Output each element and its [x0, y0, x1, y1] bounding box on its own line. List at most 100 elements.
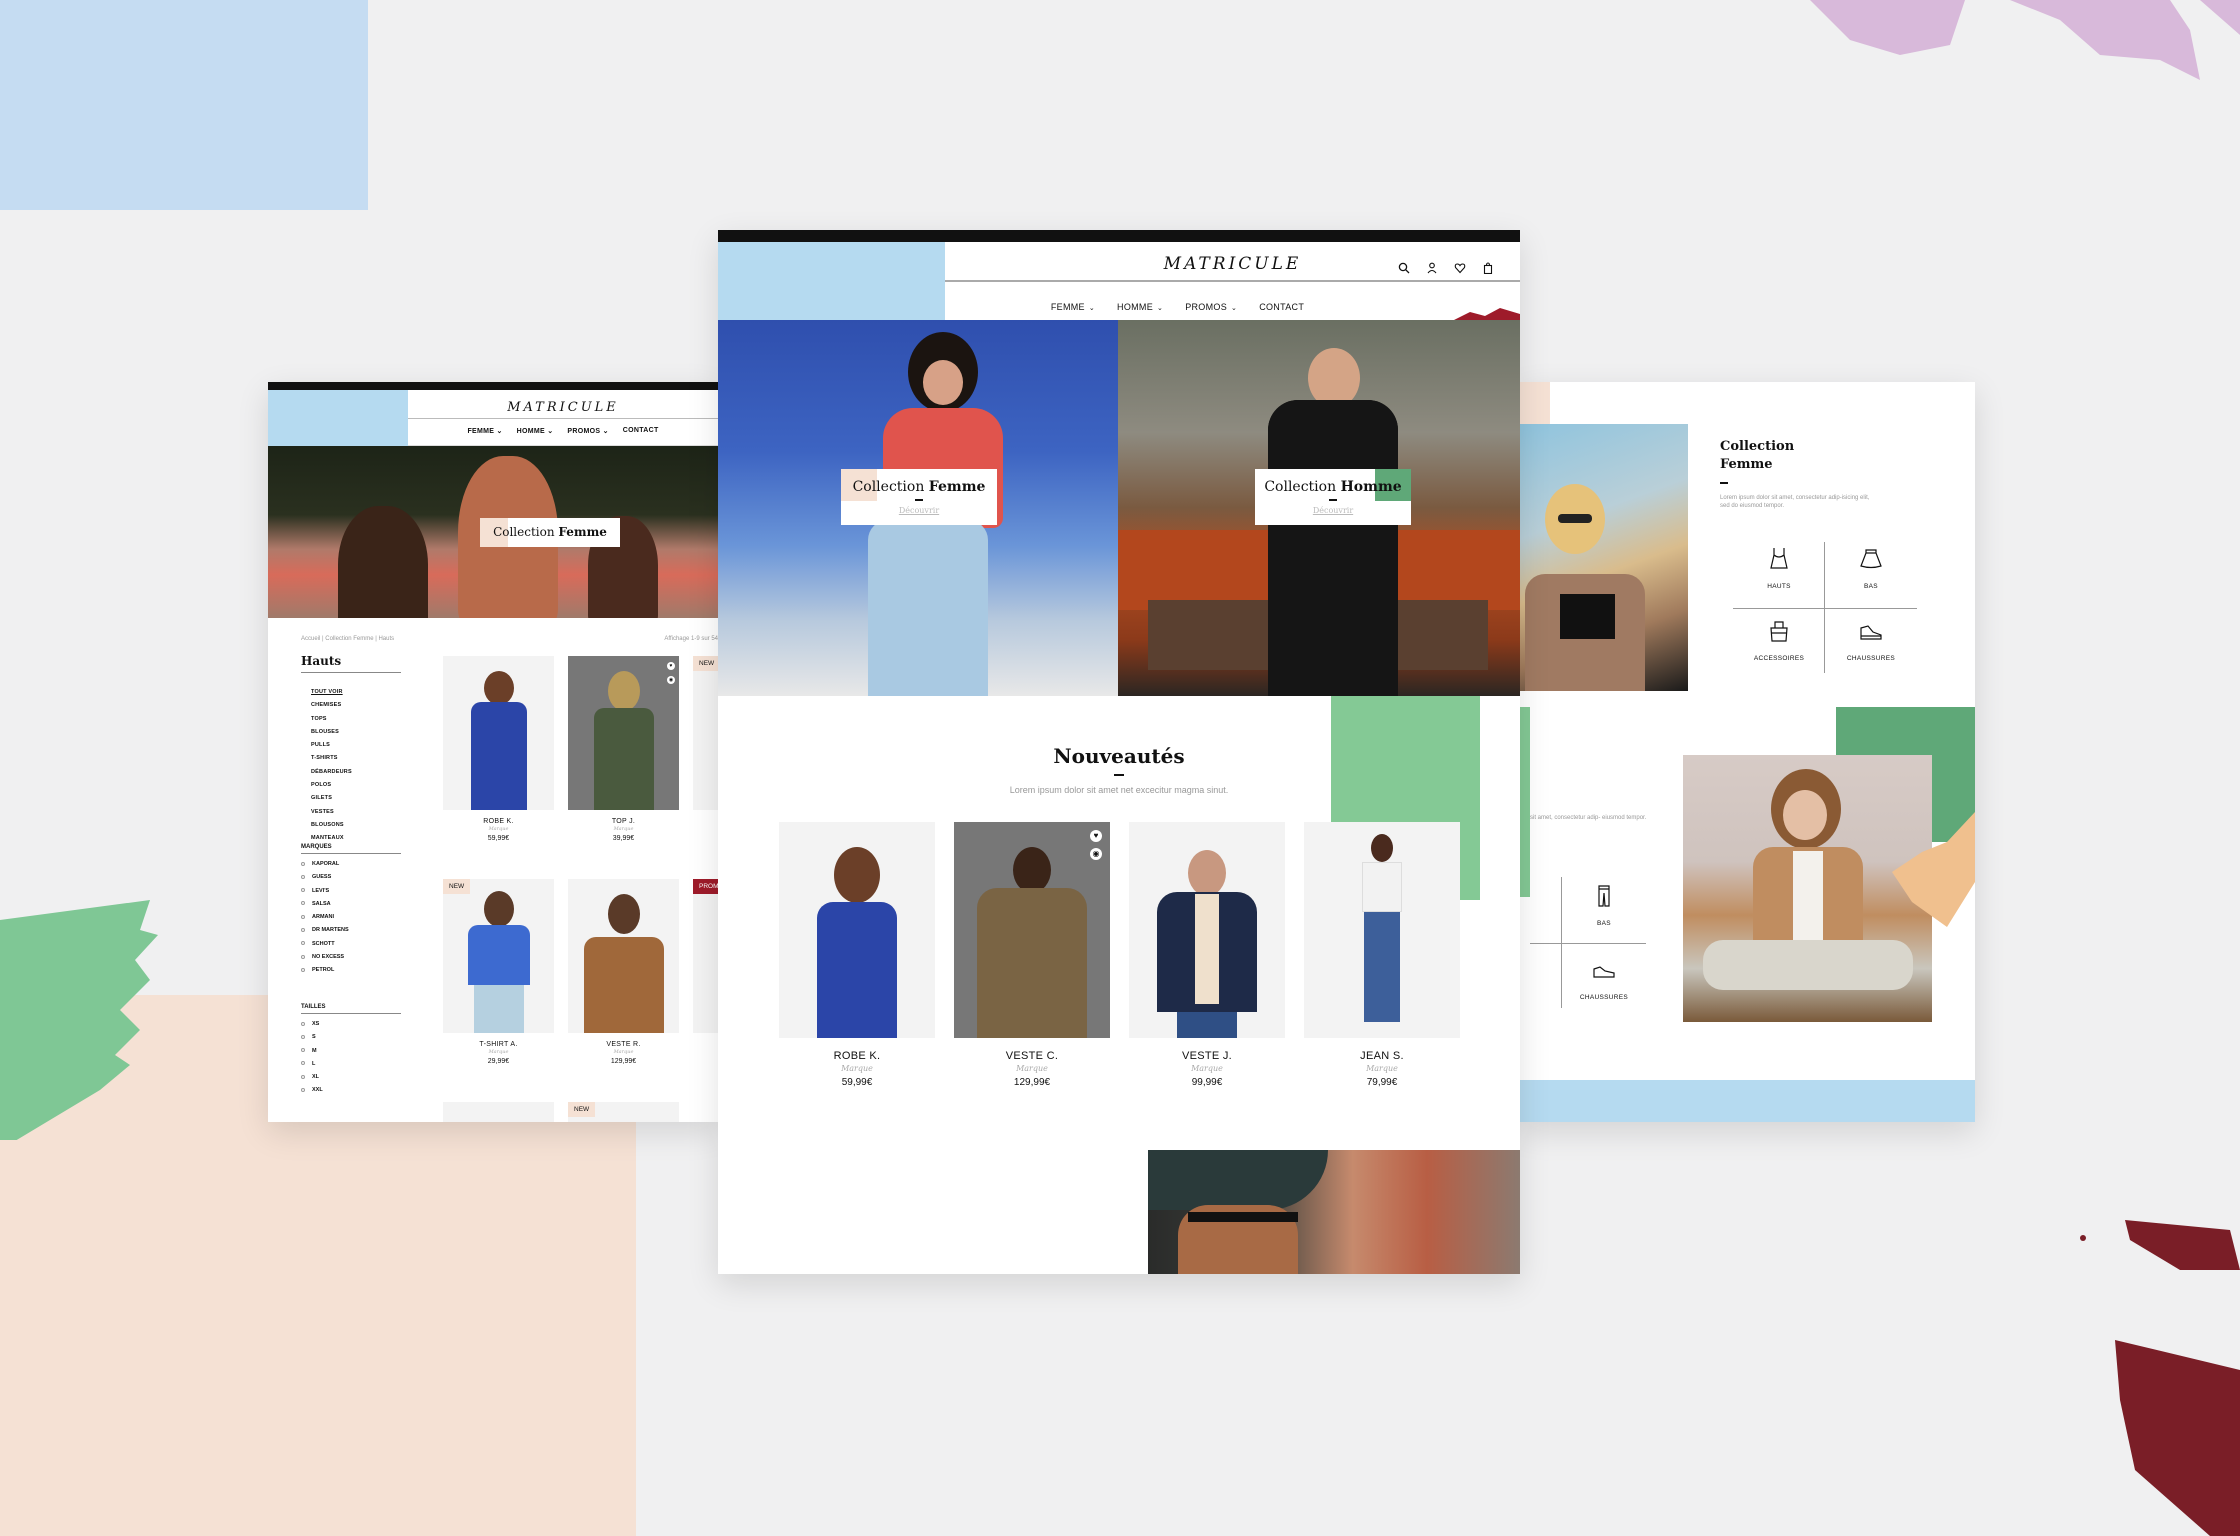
heart-icon[interactable]	[1454, 262, 1466, 277]
category-link[interactable]: GILETS	[311, 792, 352, 805]
nav-item-homme[interactable]: HOMME ⌄	[517, 427, 554, 435]
brand-filter-option[interactable]: DR MARTENS	[301, 924, 349, 937]
category-link[interactable]: POLOS	[311, 779, 352, 792]
hero-banner-homme[interactable]: Collection Homme Découvrir	[1255, 469, 1411, 525]
nav-item-homme[interactable]: HOMME ⌄	[1117, 302, 1163, 312]
product-image[interactable]	[443, 656, 554, 810]
product-card[interactable]: JEAN S. Marque 79,99€	[1304, 822, 1460, 1088]
category-link[interactable]: CHEMISES	[311, 699, 352, 712]
product-image[interactable]: NEW	[443, 879, 554, 1033]
category-tile-bas[interactable]: BAS	[1825, 546, 1917, 590]
site-logo[interactable]: MATRICULE	[268, 400, 718, 415]
category-link[interactable]: DÉBARDEURS	[311, 766, 352, 779]
brand-filter-option[interactable]: SALSA	[301, 898, 349, 911]
product-image[interactable]: NEW	[568, 1102, 679, 1122]
nav-item-contact[interactable]: CONTACT	[623, 427, 659, 435]
hero-homme-image[interactable]: Collection Homme Découvrir	[1118, 320, 1520, 696]
radio-button[interactable]	[301, 941, 305, 946]
hero-banner-femme[interactable]: Collection Femme Découvrir	[841, 469, 997, 525]
product-card[interactable]: VESTE R. Marque 129,99€	[568, 879, 679, 1065]
product-name[interactable]: ROBE K.	[443, 818, 554, 825]
product-card[interactable]: NEW T-SHIRT A. Marque 29,99€	[443, 879, 554, 1065]
size-filter-option[interactable]: XL	[301, 1071, 323, 1084]
category-link[interactable]: TOUT VOIR	[311, 686, 352, 699]
nav-item-femme[interactable]: FEMME ⌄	[1051, 302, 1095, 312]
product-image[interactable]	[779, 822, 935, 1038]
discover-link[interactable]: Découvrir	[1255, 506, 1411, 515]
category-link[interactable]: T-SHIRTS	[311, 752, 352, 765]
radio-button[interactable]	[301, 888, 305, 893]
nav-item-contact[interactable]: CONTACT	[1259, 302, 1304, 312]
product-image[interactable]: ♥ ◉	[568, 656, 679, 810]
nav-item-promos[interactable]: PROMOS ⌄	[1185, 302, 1237, 312]
brand-filter-option[interactable]: KAPORAL	[301, 858, 349, 871]
product-image[interactable]: PROMO	[693, 879, 718, 1033]
product-image[interactable]	[443, 1102, 554, 1122]
product-card[interactable]: VESTE J. Marque 99,99€	[1129, 822, 1285, 1088]
nav-item-femme[interactable]: FEMME ⌄	[467, 427, 502, 435]
category-link[interactable]: VESTES	[311, 806, 352, 819]
brand-filter-option[interactable]: GUESS	[301, 871, 349, 884]
radio-button[interactable]	[301, 967, 305, 972]
radio-button[interactable]	[301, 901, 305, 906]
product-card[interactable]: ♥ ◉ VESTE C. Marque 129,99€	[954, 822, 1110, 1088]
radio-button[interactable]	[301, 1021, 305, 1026]
product-card[interactable]: NEW	[693, 656, 718, 810]
product-image[interactable]: NEW	[693, 656, 718, 810]
product-image[interactable]: ♥ ◉	[954, 822, 1110, 1038]
eye-icon[interactable]: ◉	[667, 676, 675, 684]
radio-button[interactable]	[301, 928, 305, 933]
category-link[interactable]: BLOUSONS	[311, 819, 352, 832]
size-filter-option[interactable]: XXL	[301, 1084, 323, 1097]
size-filter-option[interactable]: L	[301, 1058, 323, 1071]
breadcrumb[interactable]: Accueil | Collection Femme | Hauts	[301, 636, 394, 642]
product-name[interactable]: JEAN S.	[1304, 1050, 1460, 1062]
product-card[interactable]: ROBE K. Marque 59,99€	[443, 656, 554, 842]
category-link[interactable]: BLOUSES	[311, 726, 352, 739]
radio-button[interactable]	[301, 1061, 305, 1066]
product-name[interactable]: ROBE K.	[779, 1050, 935, 1062]
category-tile-chaussures[interactable]: CHAUSSURES	[1825, 618, 1917, 662]
brand-filter-option[interactable]: ARMANI	[301, 911, 349, 924]
radio-button[interactable]	[301, 914, 305, 919]
radio-button[interactable]	[301, 874, 305, 879]
hero-banner[interactable]: Collection Femme	[480, 518, 620, 547]
product-card[interactable]	[443, 1102, 554, 1122]
radio-button[interactable]	[301, 954, 305, 959]
radio-button[interactable]	[301, 1048, 305, 1053]
product-card[interactable]: ROBE K. Marque 59,99€	[779, 822, 935, 1088]
brand-filter-option[interactable]: PETROL	[301, 964, 349, 977]
category-link[interactable]: PULLS	[311, 739, 352, 752]
category-link[interactable]: TOPS	[311, 713, 352, 726]
size-filter-option[interactable]: S	[301, 1031, 323, 1044]
radio-button[interactable]	[301, 1034, 305, 1039]
nav-item-promos[interactable]: PROMOS ⌄	[567, 427, 608, 435]
category-tile-chaussures[interactable]: CHAUSSURES	[1562, 957, 1646, 1001]
product-name[interactable]: VESTE C.	[954, 1050, 1110, 1062]
product-name[interactable]: T-SHIRT A.	[443, 1041, 554, 1048]
hero-femme-image[interactable]: Collection Femme Découvrir	[718, 320, 1118, 696]
collection-femme-photo[interactable]	[1520, 424, 1688, 691]
size-filter-option[interactable]: M	[301, 1045, 323, 1058]
product-card[interactable]: NEW	[568, 1102, 679, 1122]
product-card[interactable]: ♥ ◉ TOP J. Marque 39,99€	[568, 656, 679, 842]
brand-filter-option[interactable]: LEVI'S	[301, 885, 349, 898]
product-name[interactable]: TOP J.	[568, 818, 679, 825]
category-tile-accessoires[interactable]: ACCESSOIRES	[1733, 618, 1825, 662]
product-card[interactable]: PROMO	[693, 879, 718, 1033]
radio-button[interactable]	[301, 861, 305, 866]
heart-icon[interactable]: ♥	[1090, 830, 1102, 842]
product-name[interactable]: VESTE R.	[568, 1041, 679, 1048]
product-image[interactable]	[1129, 822, 1285, 1038]
brand-filter-option[interactable]: NO EXCESS	[301, 951, 349, 964]
product-name[interactable]: VESTE J.	[1129, 1050, 1285, 1062]
product-image[interactable]	[568, 879, 679, 1033]
discover-link[interactable]: Découvrir	[841, 506, 997, 515]
size-filter-option[interactable]: XS	[301, 1018, 323, 1031]
promo-photo-flat-cap[interactable]	[1148, 1150, 1520, 1274]
brand-filter-option[interactable]: SCHOTT	[301, 938, 349, 951]
user-icon[interactable]	[1426, 262, 1438, 277]
heart-icon[interactable]: ♥	[667, 662, 675, 670]
shopping-bag-icon[interactable]	[1482, 262, 1494, 277]
product-image[interactable]	[1304, 822, 1460, 1038]
